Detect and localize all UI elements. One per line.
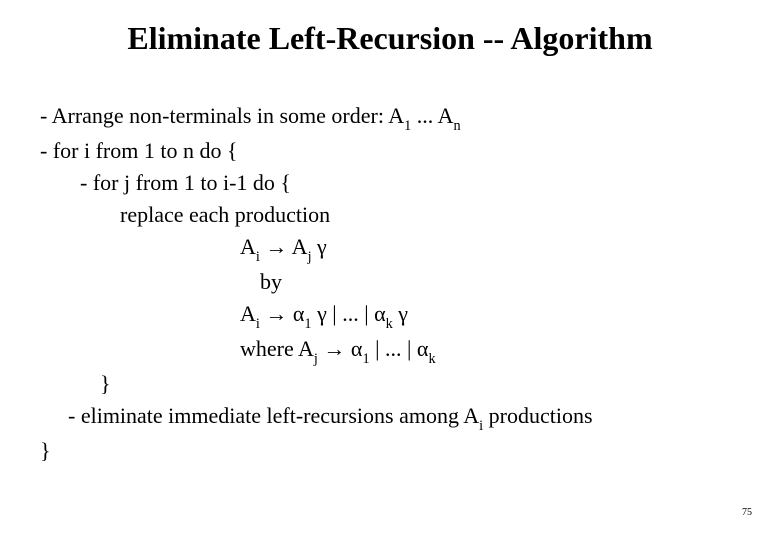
line-prod-aij: Ai → Aj γ [40, 231, 740, 266]
subscript-1: 1 [304, 316, 311, 332]
line-by: by [40, 266, 740, 298]
subscript-1: 1 [404, 118, 411, 134]
line-where: where Aj → α1 | ... | αk [40, 333, 740, 368]
page-number: 75 [742, 507, 752, 518]
subscript-k: k [428, 351, 435, 367]
subscript-i: i [479, 418, 483, 434]
text: productions [483, 403, 592, 428]
text: γ | ... | α [312, 301, 386, 326]
subscript-n: n [453, 118, 460, 134]
line-replace: replace each production [40, 199, 740, 231]
text: - Arrange non-terminals in some order: A [40, 103, 404, 128]
text: A [240, 234, 256, 259]
text: γ [393, 301, 408, 326]
slide: Eliminate Left-Recursion -- Algorithm - … [0, 0, 780, 540]
text: → α [318, 336, 363, 361]
text: where A [240, 336, 314, 361]
subscript-j: j [314, 351, 318, 367]
subscript-i: i [256, 249, 260, 265]
line-prod-alpha: Ai → α1 γ | ... | αk γ [40, 298, 740, 333]
line-arrange: - Arrange non-terminals in some order: A… [40, 100, 740, 135]
text: γ [312, 234, 327, 259]
slide-title: Eliminate Left-Recursion -- Algorithm [0, 20, 780, 57]
line-eliminate: - eliminate immediate left-recursions am… [40, 400, 740, 435]
subscript-j: j [308, 249, 312, 265]
line-for-i: - for i from 1 to n do { [40, 135, 740, 167]
subscript-k: k [386, 316, 393, 332]
text: - eliminate immediate left-recursions am… [68, 403, 479, 428]
subscript-i: i [256, 316, 260, 332]
text: | ... | α [370, 336, 429, 361]
text: → A [260, 234, 308, 259]
subscript-1: 1 [362, 351, 369, 367]
line-close-outer: } [40, 435, 740, 467]
line-for-j: - for j from 1 to i-1 do { [40, 167, 740, 199]
text: A [240, 301, 256, 326]
text: → α [260, 301, 305, 326]
line-close-inner: } [40, 368, 740, 400]
slide-body: - Arrange non-terminals in some order: A… [40, 100, 740, 467]
text: ... A [411, 103, 453, 128]
